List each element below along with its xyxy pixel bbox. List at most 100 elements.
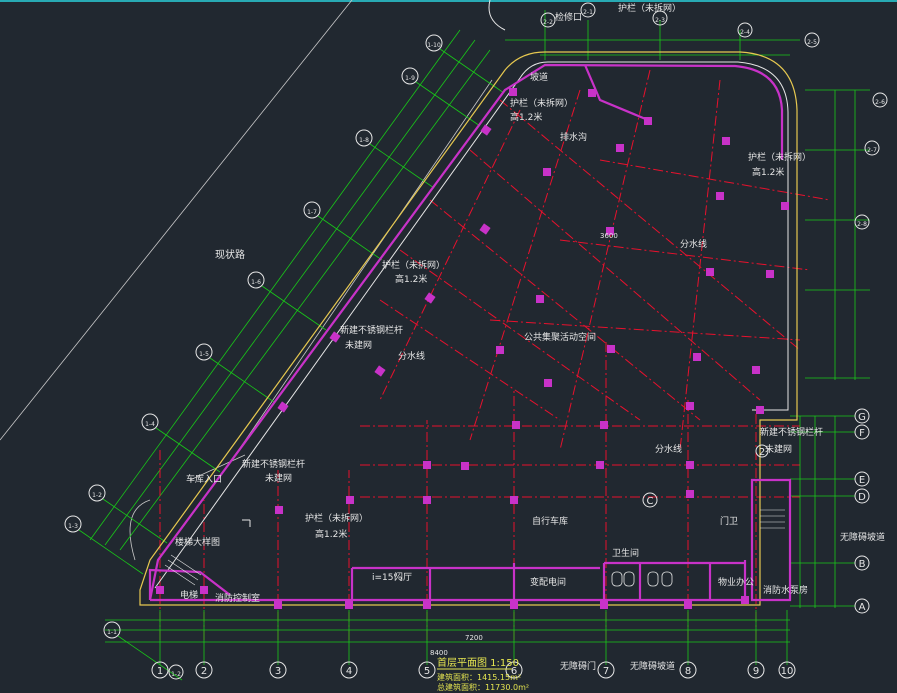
column-34 bbox=[345, 601, 353, 609]
axis-diag-1-5: 1-5 bbox=[195, 343, 213, 361]
elevator-label: 电梯 bbox=[180, 589, 198, 601]
stair-hatch bbox=[164, 509, 785, 586]
axis-y-F: F bbox=[854, 424, 870, 440]
railing-unbuilt-label-3: 未建网 bbox=[765, 443, 792, 455]
control-room-label: 消防控制室 bbox=[215, 592, 260, 604]
column-30 bbox=[275, 506, 283, 514]
column-23 bbox=[756, 406, 764, 414]
column-40 bbox=[686, 490, 694, 498]
column-42 bbox=[423, 496, 431, 504]
height-label-1: 高1.2米 bbox=[395, 273, 427, 285]
public-space-label: 公共集聚活动空间 bbox=[524, 331, 596, 343]
axis-top-2-5-label: 2-5 bbox=[807, 39, 817, 46]
annotations: 现状路 车库入口 楼梯大样图 新建不锈钢栏杆 未建网 新建不锈钢栏杆 未建网 新… bbox=[175, 2, 885, 672]
axis-top-2-4: 2-4 bbox=[737, 22, 753, 38]
post-label-3: 护栏（未拆网） bbox=[618, 2, 681, 14]
axis-top-2-7: 2-7 bbox=[864, 140, 880, 156]
axis-top-2-8-label: 2-8 bbox=[857, 221, 867, 228]
railing-new-label-2: 新建不锈钢栏杆 bbox=[242, 458, 305, 470]
column-0 bbox=[543, 168, 551, 176]
axis-diag-1-8-label: 1-8 bbox=[359, 137, 369, 144]
axis-top-2-3-label: 2-3 bbox=[655, 17, 665, 24]
note-total: 总建筑面积：11730.0m² bbox=[437, 682, 529, 692]
entry-label: 门厅 bbox=[394, 571, 412, 583]
entrance-car-label: 车库入口 bbox=[186, 473, 222, 485]
axis-x-8-label: 8 bbox=[685, 666, 691, 677]
axis-x-7-label: 7 bbox=[603, 666, 609, 677]
axis-diag-1-9-label: 1-9 bbox=[405, 75, 415, 82]
axis-diag-1-9: 1-9 bbox=[401, 67, 419, 85]
water-line-label-1: 分水线 bbox=[398, 350, 425, 362]
column-33 bbox=[274, 601, 282, 609]
axis-y-C-label: C bbox=[647, 496, 654, 507]
column-21 bbox=[766, 270, 774, 278]
column-28 bbox=[423, 461, 431, 469]
post-label-4: 护栏（未拆网） bbox=[748, 151, 811, 163]
post-label-2: 护栏（未拆网） bbox=[305, 512, 368, 524]
axis-diag-1-2: 1-2 bbox=[88, 484, 106, 502]
dim-mid-label: 7200 bbox=[465, 634, 483, 642]
barrier-free-right-label: 无障碍坡道 bbox=[840, 531, 885, 543]
toilet-label: 卫生间 bbox=[612, 547, 639, 559]
column-41 bbox=[510, 496, 518, 504]
column-18 bbox=[509, 88, 517, 96]
column-24 bbox=[686, 402, 694, 410]
electric-room-label: 变配电间 bbox=[530, 576, 566, 588]
column-26 bbox=[512, 421, 520, 429]
columns bbox=[156, 88, 789, 609]
column-5 bbox=[496, 346, 504, 354]
axis-y-G-label: G bbox=[858, 412, 866, 423]
column-12 bbox=[693, 353, 701, 361]
column-6 bbox=[544, 379, 552, 387]
column-13 bbox=[706, 268, 714, 276]
column-38 bbox=[684, 601, 692, 609]
water-line-label-2: 分水线 bbox=[680, 238, 707, 250]
column-19 bbox=[616, 144, 624, 152]
axis-diag-1-7: 1-7 bbox=[303, 201, 321, 219]
axis-x-extra-label: 1-2 bbox=[171, 671, 181, 678]
ramp-label: 坡道 bbox=[530, 71, 548, 83]
height-label-4: 高1.2米 bbox=[752, 166, 784, 178]
guard-label: 门卫 bbox=[720, 515, 738, 527]
axis-top-2-8: 2-8 bbox=[854, 214, 870, 230]
axis-top-2-6-label: 2-6 bbox=[875, 99, 885, 106]
column-37 bbox=[600, 601, 608, 609]
axis-y-C: C bbox=[642, 492, 658, 508]
axis-top-2-6: 2-6 bbox=[872, 92, 888, 108]
axis-y-A: A bbox=[854, 598, 870, 614]
axis-y-B-label: B bbox=[859, 559, 866, 570]
axis-diag-1-6-label: 1-6 bbox=[251, 279, 261, 286]
axis-top-2-2: 2-2 bbox=[540, 12, 556, 28]
axis-diag-1-5-label: 1-5 bbox=[199, 351, 209, 358]
water-line-label-3: 分水线 bbox=[655, 443, 682, 455]
column-20 bbox=[781, 202, 789, 210]
axis-diag-1-8: 1-8 bbox=[355, 129, 373, 147]
column-36 bbox=[510, 601, 518, 609]
axis-top-2-7-label: 2-7 bbox=[867, 147, 877, 154]
axis-y-F-label: F bbox=[859, 428, 865, 439]
axis-diag-1-2-label: 1-2 bbox=[92, 492, 102, 499]
dim-total-label: 8400 bbox=[430, 649, 448, 657]
column-8 bbox=[329, 331, 341, 343]
axis-diag-1-6: 1-6 bbox=[247, 271, 265, 289]
axis-diag-1-10: 1-10 bbox=[425, 34, 443, 52]
cad-floor-plan: 1 2 3 4 5 6 7 8 9 101-2 ABC DEFG2 1-11-21-31-41-51… bbox=[0, 0, 897, 692]
title-block: 首层平面图 1:150 建筑面积：1415.15m² 总建筑面积：11730.0… bbox=[437, 656, 529, 692]
post-label-1: 护栏（未拆网） bbox=[382, 259, 445, 271]
axis-diag-1-4-label: 1-4 bbox=[145, 421, 155, 428]
height-label-5: 高1.2米 bbox=[510, 111, 542, 123]
toilet-fixtures bbox=[611, 571, 673, 587]
axis-y-D-label: D bbox=[858, 492, 866, 503]
axis-diag-1-7-label: 1-7 bbox=[307, 209, 317, 216]
axis-x-9-label: 9 bbox=[753, 666, 759, 677]
column-14 bbox=[716, 192, 724, 200]
axis-top-2-1-label: 2-1 bbox=[583, 9, 593, 16]
axis-top-2-5: 2-5 bbox=[804, 32, 820, 48]
column-22 bbox=[752, 366, 760, 374]
axis-diag-1-3-label: 1-3 bbox=[68, 523, 78, 530]
column-29 bbox=[346, 496, 354, 504]
building-outline bbox=[139, 51, 798, 606]
section-marks bbox=[242, 0, 506, 527]
note-area: 建筑面积：1415.15m² bbox=[437, 672, 521, 682]
height-label-2: 高1.2米 bbox=[315, 528, 347, 540]
